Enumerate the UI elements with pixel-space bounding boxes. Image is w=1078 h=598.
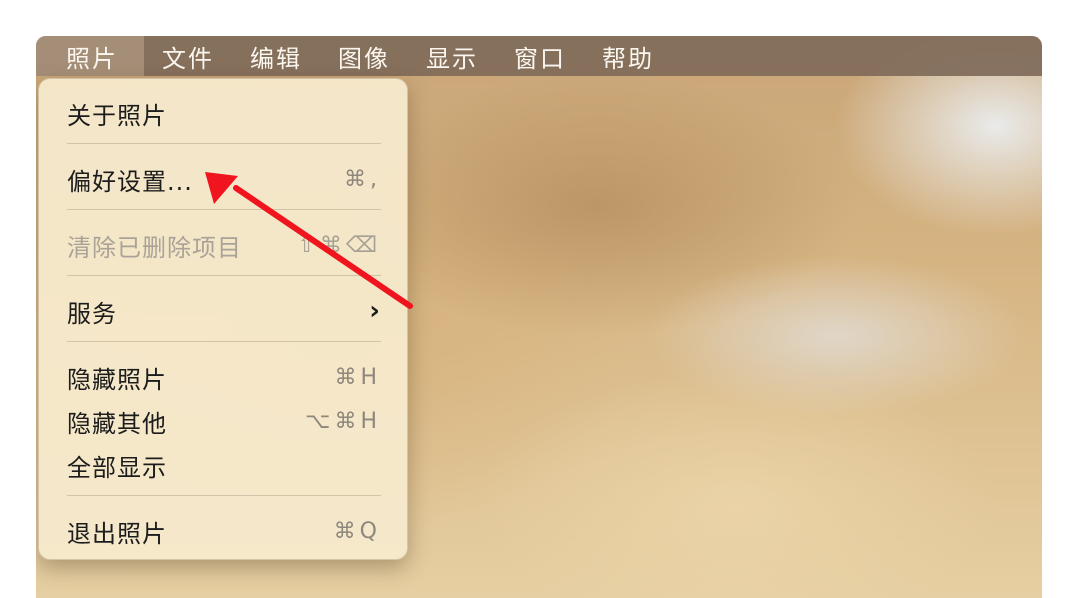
menu-item-label: 隐藏照片 <box>67 365 167 394</box>
menubar-item-photos[interactable]: 照片 <box>36 36 144 76</box>
menu-separator <box>67 341 381 342</box>
shortcut-label: ⌘, <box>344 166 381 192</box>
menu-item-preferences[interactable]: 偏好设置... ⌘, <box>67 157 381 201</box>
menubar-item-help[interactable]: 帮助 <box>584 36 672 76</box>
chevron-right-icon: › <box>369 296 381 326</box>
menu-item-show-all[interactable]: 全部显示 <box>67 443 381 487</box>
menubar-item-view[interactable]: 显示 <box>408 36 496 76</box>
menu-item-label: 偏好设置... <box>67 167 193 196</box>
menu-item-hide-photos[interactable]: 隐藏照片 ⌘H <box>67 355 381 399</box>
shortcut-label: ⌥⌘H <box>305 408 381 434</box>
shortcut-label: ⇧⌘⌫ <box>297 232 381 258</box>
menu-item-label: 关于照片 <box>67 101 167 130</box>
menu-bar: 照片 文件 编辑 图像 显示 窗口 帮助 <box>36 36 1042 76</box>
menu-separator <box>67 143 381 144</box>
menu-separator <box>67 495 381 496</box>
menubar-item-window[interactable]: 窗口 <box>496 36 584 76</box>
menu-item-hide-others[interactable]: 隐藏其他 ⌥⌘H <box>67 399 381 443</box>
menu-item-services[interactable]: 服务 › <box>67 289 381 333</box>
photos-app-menu: 关于照片 偏好设置... ⌘, 清除已删除项目 ⇧⌘⌫ 服务 › 隐藏照片 ⌘H… <box>38 78 408 560</box>
menubar-item-file[interactable]: 文件 <box>144 36 232 76</box>
menu-separator <box>67 275 381 276</box>
shortcut-label: ⌘H <box>334 364 381 390</box>
shortcut-label: ⌘Q <box>333 518 381 544</box>
menu-item-quit[interactable]: 退出照片 ⌘Q <box>67 509 381 553</box>
menu-item-label: 服务 <box>67 299 117 328</box>
menu-item-label: 清除已删除项目 <box>67 233 242 262</box>
desktop-screen: 照片 文件 编辑 图像 显示 窗口 帮助 关于照片 偏好设置... ⌘, 清除已… <box>36 36 1042 598</box>
menu-item-about[interactable]: 关于照片 <box>67 91 381 135</box>
menu-item-label: 全部显示 <box>67 453 167 482</box>
menu-item-label: 退出照片 <box>67 519 167 548</box>
menubar-item-image[interactable]: 图像 <box>320 36 408 76</box>
menubar-item-edit[interactable]: 编辑 <box>232 36 320 76</box>
menu-separator <box>67 209 381 210</box>
menu-item-clear-deleted: 清除已删除项目 ⇧⌘⌫ <box>67 223 381 267</box>
menu-item-label: 隐藏其他 <box>67 409 167 438</box>
